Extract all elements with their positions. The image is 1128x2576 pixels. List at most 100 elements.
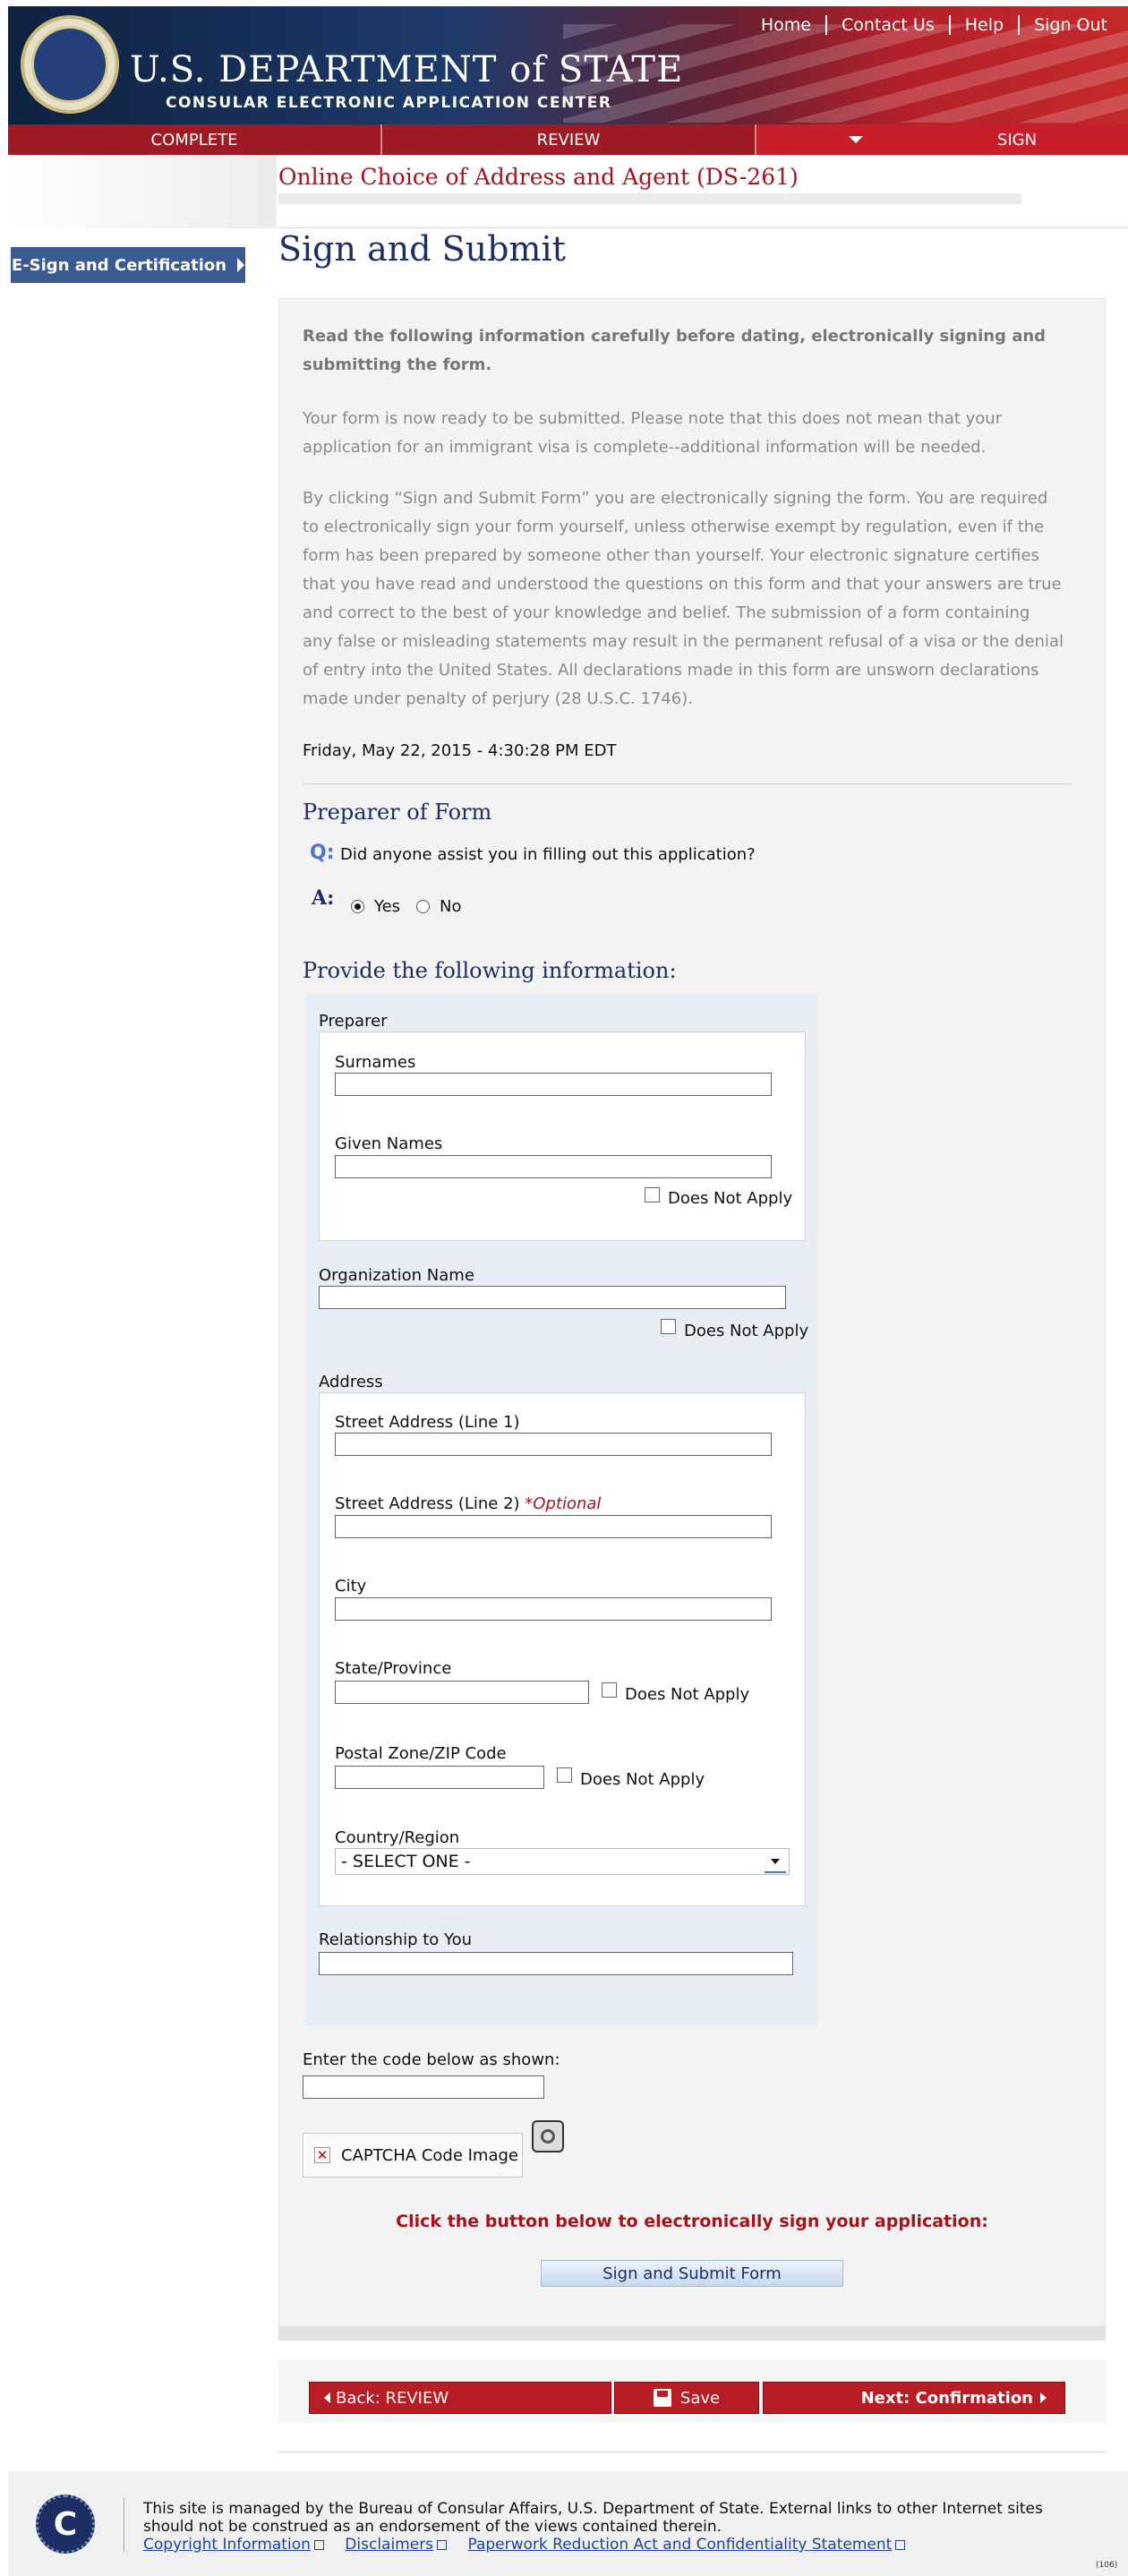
tab-complete[interactable]: COMPLETE bbox=[8, 124, 382, 155]
back-button-label: Back: REVIEW bbox=[336, 2388, 449, 2408]
top-nav: Home Contact Us Help Sign Out bbox=[747, 10, 1122, 40]
next-button[interactable]: Next: Confirmation bbox=[763, 2382, 1065, 2414]
chevron-down-icon[interactable] bbox=[765, 1852, 786, 1873]
radio-yes[interactable] bbox=[351, 900, 364, 913]
page-title: Sign and Submit bbox=[278, 229, 566, 269]
panel-bottom-shade bbox=[278, 2326, 1106, 2341]
given-names-input[interactable] bbox=[335, 1155, 772, 1178]
captcha-input[interactable] bbox=[303, 2075, 544, 2099]
back-button[interactable]: Back: REVIEW bbox=[309, 2382, 611, 2414]
chevron-right-icon bbox=[1040, 2392, 1047, 2403]
does-not-apply-label: Does Not Apply bbox=[625, 1685, 750, 1704]
intro-paragraph-1: Your form is now ready to be submitted. … bbox=[303, 409, 1003, 457]
progress-tabs: COMPLETE REVIEW SIGN bbox=[8, 124, 1128, 155]
address-group-label: Address bbox=[319, 1373, 383, 1391]
captcha-image: ✕ CAPTCHA Code Image bbox=[303, 2133, 523, 2178]
question-label: Q: bbox=[310, 842, 335, 864]
tab-sign-label: SIGN bbox=[996, 130, 1038, 150]
street2-label: Street Address (Line 2) *Optional bbox=[335, 1494, 601, 1513]
timestamp: Friday, May 22, 2015 - 4:30:28 PM EDT bbox=[303, 741, 617, 760]
tab-sign[interactable]: SIGN bbox=[756, 124, 1128, 155]
tab-review[interactable]: REVIEW bbox=[382, 124, 756, 155]
does-not-apply-label: Does Not Apply bbox=[580, 1770, 705, 1789]
broken-image-icon: ✕ bbox=[314, 2147, 330, 2163]
captcha-label: Enter the code below as shown: bbox=[303, 2050, 560, 2069]
paperwork-reduction-link[interactable]: Paperwork Reduction Act and Confidential… bbox=[467, 2536, 906, 2554]
sign-out-link[interactable]: Sign Out bbox=[1020, 15, 1122, 35]
intro-paragraph-2: By clicking “Sign and Submit Form” you a… bbox=[303, 489, 1064, 708]
organization-does-not-apply-checkbox[interactable] bbox=[661, 1319, 676, 1334]
save-button-label: Save bbox=[679, 2388, 721, 2408]
external-link-icon bbox=[895, 2539, 906, 2550]
copyright-link-label: Copyright Information bbox=[143, 2536, 311, 2554]
sign-and-submit-button[interactable]: Sign and Submit Form bbox=[541, 2260, 843, 2287]
optional-tag: *Optional bbox=[525, 1494, 602, 1513]
refresh-icon bbox=[541, 2129, 555, 2144]
consular-affairs-logo-icon: C bbox=[36, 2495, 95, 2554]
sign-prompt: Click the button below to electronically… bbox=[396, 2212, 988, 2231]
city-input[interactable] bbox=[335, 1597, 772, 1621]
captcha-image-alt: CAPTCHA Code Image bbox=[341, 2145, 518, 2165]
relationship-label: Relationship to You bbox=[319, 1930, 473, 1949]
postal-does-not-apply-checkbox[interactable] bbox=[557, 1767, 572, 1783]
external-link-icon bbox=[313, 2539, 324, 2550]
form-title: Online Choice of Address and Agent (DS-2… bbox=[278, 164, 799, 190]
given-names-does-not-apply-checkbox[interactable] bbox=[645, 1187, 660, 1202]
street1-input[interactable] bbox=[335, 1433, 772, 1456]
state-input[interactable] bbox=[335, 1681, 589, 1704]
title-underline bbox=[278, 193, 1021, 204]
disclaimers-link[interactable]: Disclaimers bbox=[345, 2536, 448, 2554]
next-button-label: Next: Confirmation bbox=[860, 2388, 1033, 2408]
postal-input[interactable] bbox=[335, 1766, 544, 1789]
chevron-right-icon bbox=[237, 258, 245, 272]
disclaimers-link-label: Disclaimers bbox=[345, 2536, 434, 2554]
organization-name-label: Organization Name bbox=[319, 1266, 474, 1285]
footer-text: This site is managed by the Bureau of Co… bbox=[143, 2500, 1043, 2536]
paperwork-reduction-link-label: Paperwork Reduction Act and Confidential… bbox=[467, 2536, 893, 2554]
sidebar-item-label: E-Sign and Certification bbox=[11, 255, 227, 275]
question-text: Did anyone assist you in filling out thi… bbox=[340, 845, 756, 864]
save-button[interactable]: Save bbox=[614, 2382, 759, 2414]
left-shade bbox=[8, 155, 277, 228]
footer-links: Copyright Information Disclaimers Paperw… bbox=[143, 2536, 921, 2554]
postal-label: Postal Zone/ZIP Code bbox=[335, 1744, 507, 1763]
preparer-group-label: Preparer bbox=[319, 1012, 388, 1031]
external-link-icon bbox=[437, 2539, 448, 2550]
chevron-left-icon bbox=[324, 2392, 330, 2403]
country-select-value: - SELECT ONE - bbox=[341, 1852, 471, 1871]
divider bbox=[303, 783, 1072, 784]
active-tab-indicator-icon bbox=[848, 136, 863, 143]
state-does-not-apply-checkbox[interactable] bbox=[602, 1682, 617, 1698]
country-select[interactable]: - SELECT ONE - bbox=[335, 1848, 790, 1875]
captcha-refresh-button[interactable] bbox=[532, 2120, 564, 2152]
footer-code: (106) bbox=[1096, 2561, 1118, 2570]
site-header: Home Contact Us Help Sign Out U.S. DEPAR… bbox=[8, 6, 1128, 124]
radio-no-label[interactable]: No bbox=[440, 897, 461, 916]
home-link[interactable]: Home bbox=[747, 15, 827, 35]
street2-input[interactable] bbox=[335, 1515, 772, 1538]
street1-label: Street Address (Line 1) bbox=[335, 1413, 520, 1432]
help-link[interactable]: Help bbox=[951, 15, 1021, 35]
street2-label-text: Street Address (Line 2) bbox=[335, 1494, 520, 1513]
department-subtitle: CONSULAR ELECTRONIC APPLICATION CENTER bbox=[166, 94, 612, 112]
country-label: Country/Region bbox=[335, 1828, 460, 1847]
contact-us-link[interactable]: Contact Us bbox=[827, 15, 951, 35]
surnames-label: Surnames bbox=[335, 1053, 416, 1072]
save-disk-icon bbox=[653, 2389, 671, 2407]
state-label: State/Province bbox=[335, 1659, 452, 1678]
sidebar-item-esign[interactable]: E-Sign and Certification bbox=[11, 247, 245, 283]
given-names-label: Given Names bbox=[335, 1134, 443, 1153]
does-not-apply-label: Does Not Apply bbox=[684, 1322, 809, 1340]
intro-bold-text: Read the following information carefully… bbox=[303, 327, 1047, 374]
does-not-apply-label: Does Not Apply bbox=[668, 1189, 793, 1208]
city-label: City bbox=[335, 1577, 367, 1596]
provide-info-heading: Provide the following information: bbox=[303, 958, 677, 983]
surnames-input[interactable] bbox=[335, 1073, 772, 1096]
organization-name-input[interactable] bbox=[319, 1286, 786, 1309]
department-title: U.S. DEPARTMENT of STATE bbox=[130, 49, 684, 90]
relationship-input[interactable] bbox=[319, 1952, 793, 1975]
department-seal-icon bbox=[21, 15, 119, 114]
copyright-link[interactable]: Copyright Information bbox=[143, 2536, 324, 2554]
radio-no[interactable] bbox=[416, 900, 430, 913]
radio-yes-label[interactable]: Yes bbox=[374, 897, 400, 916]
